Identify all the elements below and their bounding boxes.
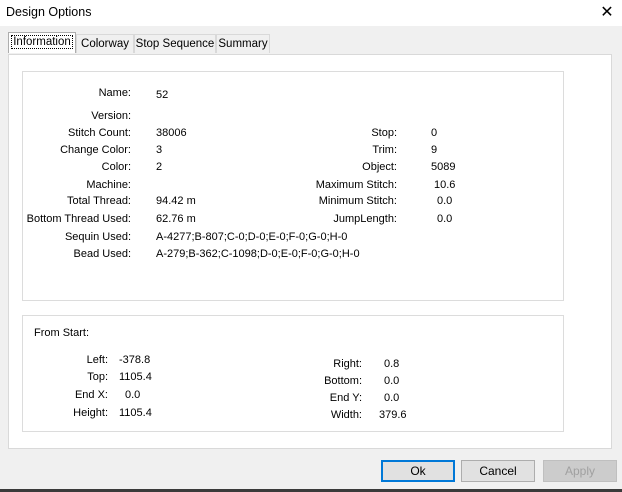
color-value: 2 bbox=[156, 161, 163, 173]
right-label: Right: bbox=[333, 358, 362, 370]
stop-value: 0 bbox=[431, 127, 438, 139]
change-color-label: Change Color: bbox=[60, 144, 131, 156]
top-value: 1105.4 bbox=[119, 371, 152, 383]
cancel-button[interactable]: Cancel bbox=[461, 460, 535, 482]
right-value: 0.8 bbox=[384, 358, 400, 370]
version-label: Version: bbox=[91, 110, 131, 122]
bottom-label: Bottom: bbox=[324, 375, 362, 387]
stop-label: Stop: bbox=[371, 127, 397, 139]
tab-colorway[interactable]: Colorway bbox=[76, 34, 134, 53]
sequin-value: A-4277;B-807;C-0;D-0;E-0;F-0;G-0;H-0 bbox=[156, 231, 348, 243]
trim-label: Trim: bbox=[372, 144, 397, 156]
left-label: Left: bbox=[86, 354, 108, 366]
jump-length-value: 0.0 bbox=[437, 213, 453, 225]
width-label: Width: bbox=[330, 409, 362, 421]
apply-button[interactable]: Apply bbox=[543, 460, 617, 482]
tab-summary[interactable]: Summary bbox=[216, 34, 270, 53]
bead-value: A-279;B-362;C-1098;D-0;E-0;F-0;G-0;H-0 bbox=[156, 248, 360, 260]
height-value: 1105.4 bbox=[119, 407, 152, 419]
max-stitch-value: 10.6 bbox=[434, 179, 456, 191]
stitch-count-value: 38006 bbox=[156, 127, 187, 139]
name-label: Name: bbox=[98, 87, 131, 99]
bottom-value: 0.0 bbox=[384, 375, 400, 387]
window-title: Design Options bbox=[6, 5, 92, 19]
from-start-heading: From Start: bbox=[34, 327, 90, 339]
close-icon[interactable]: ✕ bbox=[592, 0, 622, 26]
stitch-count-label: Stitch Count: bbox=[68, 127, 131, 139]
bead-label: Bead Used: bbox=[73, 248, 131, 260]
tab-panel-information: Name: 52 Version: Stitch Count: 38006 Ch… bbox=[8, 54, 612, 449]
end-x-label: End X: bbox=[74, 389, 108, 401]
title-bar: Design Options ✕ bbox=[0, 0, 622, 26]
object-value: 5089 bbox=[431, 161, 456, 173]
jump-length-label: JumpLength: bbox=[333, 213, 397, 225]
height-label: Height: bbox=[73, 407, 108, 419]
bottom-thread-label: Bottom Thread Used: bbox=[26, 213, 131, 225]
max-stitch-label: Maximum Stitch: bbox=[315, 179, 397, 191]
name-value: 52 bbox=[156, 89, 169, 101]
left-value: -378.8 bbox=[119, 354, 151, 366]
end-y-label: End Y: bbox=[329, 392, 362, 404]
min-stitch-label: Minimum Stitch: bbox=[318, 195, 397, 207]
tab-information[interactable]: Information bbox=[8, 32, 76, 53]
total-thread-label: Total Thread: bbox=[66, 195, 131, 207]
end-x-value: 0.0 bbox=[125, 389, 141, 401]
from-start-group: From Start: Left: -378.8 Top: 1105.4 End… bbox=[22, 315, 564, 432]
total-thread-value: 94.42 m bbox=[156, 195, 196, 207]
top-label: Top: bbox=[87, 371, 108, 383]
bottom-thread-value: 62.76 m bbox=[156, 213, 196, 225]
design-info-group: Name: 52 Version: Stitch Count: 38006 Ch… bbox=[22, 71, 564, 301]
min-stitch-value: 0.0 bbox=[437, 195, 453, 207]
width-value: 379.6 bbox=[379, 409, 407, 421]
trim-value: 9 bbox=[431, 144, 438, 156]
end-y-value: 0.0 bbox=[384, 392, 400, 404]
machine-label: Machine: bbox=[86, 179, 131, 191]
color-label: Color: bbox=[101, 161, 131, 173]
sequin-label: Sequin Used: bbox=[64, 231, 131, 243]
ok-button[interactable]: Ok bbox=[381, 460, 455, 482]
object-label: Object: bbox=[362, 161, 397, 173]
tab-stop-sequence[interactable]: Stop Sequence bbox=[134, 34, 216, 53]
change-color-value: 3 bbox=[156, 144, 163, 156]
